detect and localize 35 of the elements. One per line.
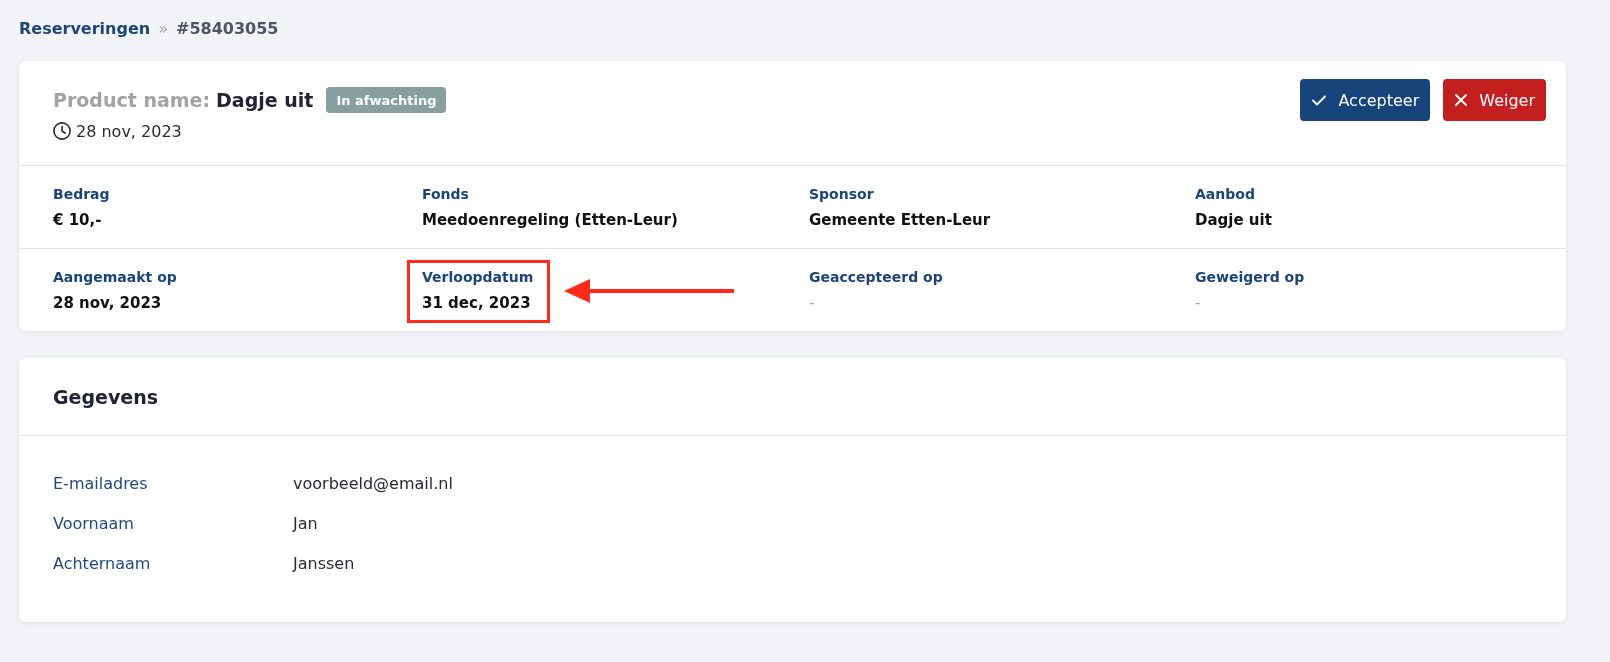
detail-label: Aanbod	[1195, 185, 1256, 203]
check-icon	[1312, 94, 1327, 106]
breadcrumb-separator: »	[158, 18, 168, 38]
detail-label: Verloopdatum	[422, 268, 534, 286]
status-badge: In afwachting	[326, 87, 447, 113]
product-name: Dagje uit	[216, 89, 314, 111]
field-value: Janssen	[293, 553, 355, 573]
detail-value: 28 nov, 2023	[53, 293, 163, 313]
detail-label: Sponsor	[809, 185, 875, 203]
detail-label: Geweigerd op	[1195, 268, 1305, 286]
detail-value: -	[809, 293, 816, 313]
accept-button[interactable]: Accepteer	[1300, 79, 1431, 121]
detail-value: Dagje uit	[1195, 210, 1272, 230]
detail-label: Bedrag	[53, 185, 110, 203]
field-label: Achternaam	[53, 553, 151, 573]
detail-label: Fonds	[422, 185, 470, 203]
cross-icon	[1455, 94, 1468, 106]
product-name-label: Product name:	[53, 89, 211, 111]
detail-value: Gemeente Etten-Leur	[809, 210, 991, 230]
created-date: 28 nov, 2023	[76, 121, 182, 141]
field-label: Voornaam	[53, 513, 134, 533]
detail-value: 31 dec, 2023	[422, 293, 532, 313]
reject-button[interactable]: Weiger	[1443, 79, 1546, 121]
detail-label: Aangemaakt op	[53, 268, 177, 286]
detail-value: Meedoenregeling (Etten-Leur)	[422, 210, 678, 230]
detail-value: € 10,-	[53, 210, 103, 230]
field-label: E-mailadres	[53, 473, 148, 493]
breadcrumb-link[interactable]: Reserveringen	[19, 18, 151, 38]
section-title: Gegevens	[53, 385, 159, 410]
detail-label: Geaccepteerd op	[809, 268, 943, 286]
breadcrumb-current: #58403055	[176, 18, 279, 38]
field-value: voorbeeld@email.nl	[293, 473, 453, 493]
field-value: Jan	[293, 513, 318, 533]
detail-value: -	[1195, 293, 1202, 313]
clock-icon	[53, 122, 71, 140]
